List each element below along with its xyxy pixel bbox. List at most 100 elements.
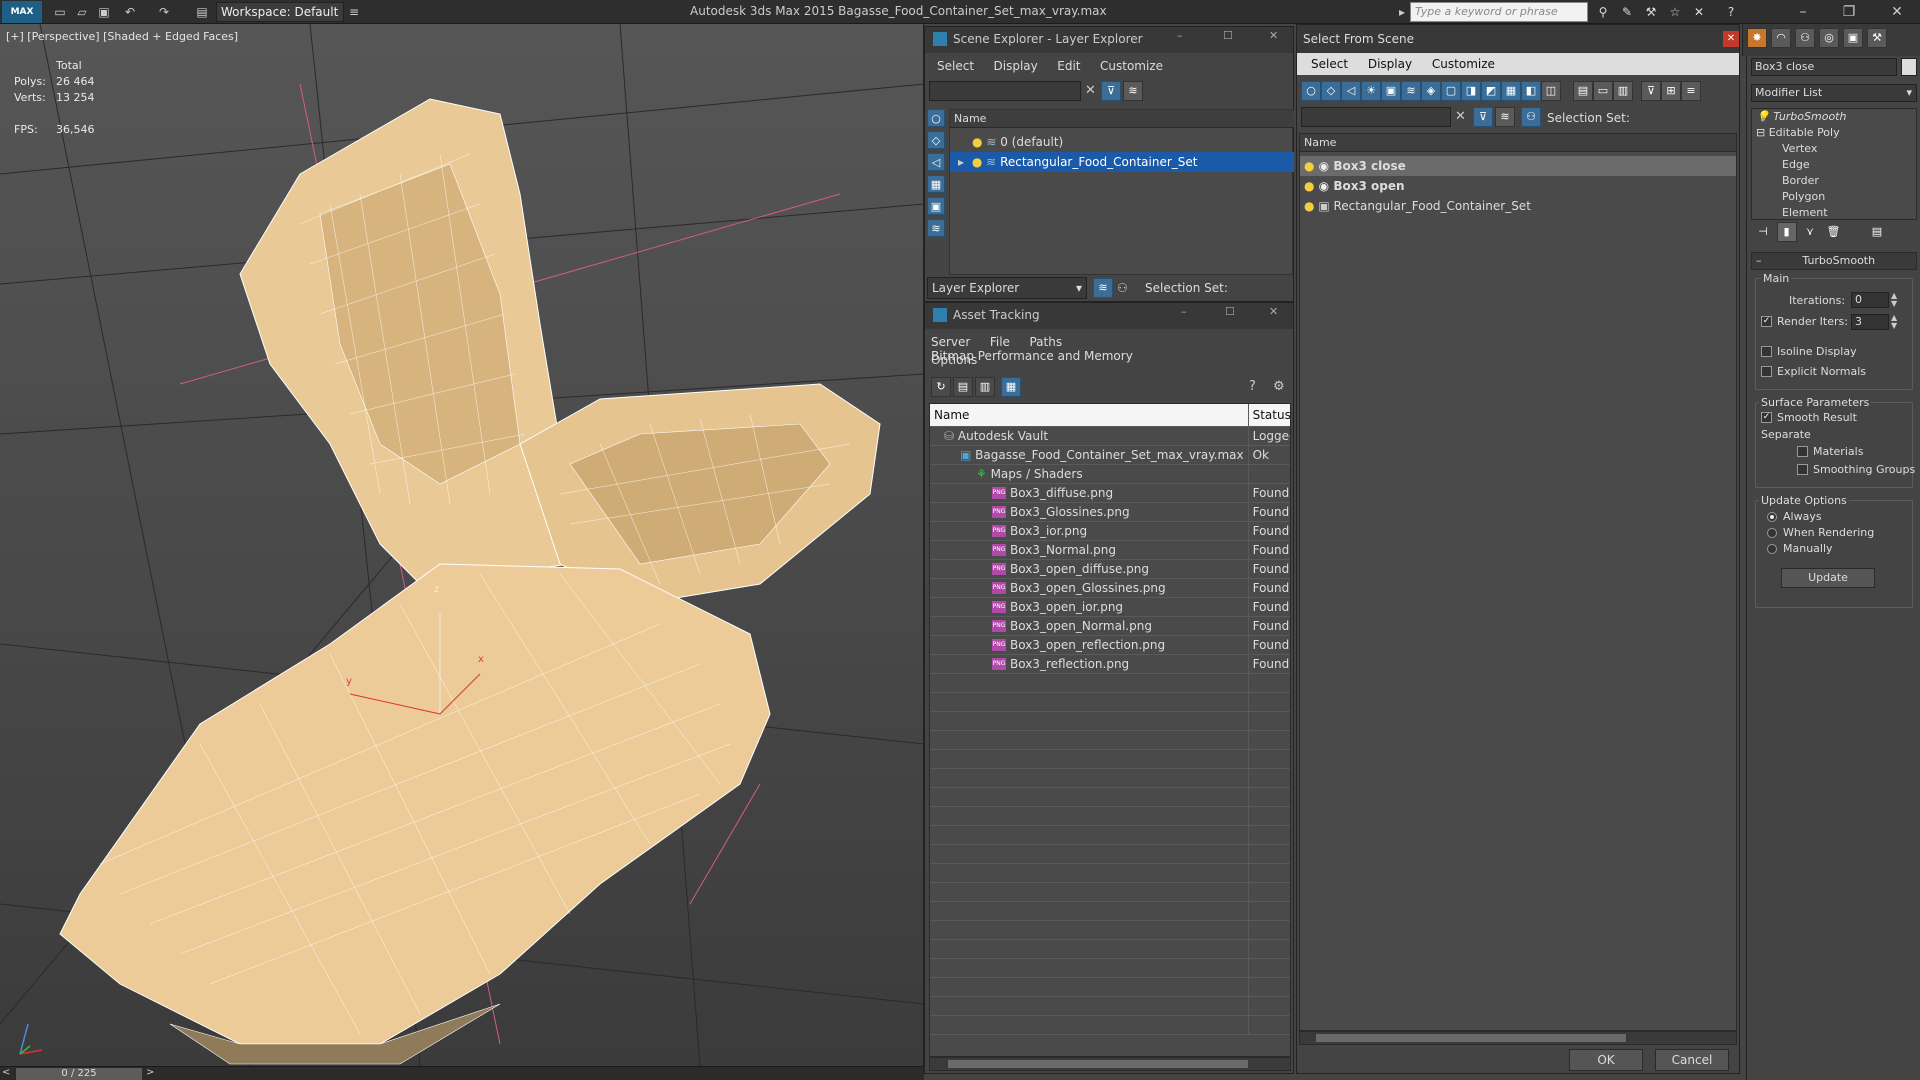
- asset-row[interactable]: PNG Box3_open_ior.png Found: [930, 597, 1290, 617]
- close-icon[interactable]: ✕: [1269, 305, 1278, 318]
- stack-item-border[interactable]: Border: [1752, 173, 1916, 189]
- filter-containers-icon[interactable]: ▦: [1501, 81, 1521, 101]
- pin-stack-icon[interactable]: ⊣: [1753, 222, 1773, 242]
- ok-button[interactable]: OK: [1569, 1049, 1643, 1071]
- explicit-normals-checkbox[interactable]: [1761, 366, 1772, 377]
- perspective-viewport[interactable]: [+] [Perspective] [Shaded + Edged Faces]…: [0, 24, 924, 1066]
- time-slider-bar[interactable]: < 0 / 225 >: [0, 1066, 924, 1080]
- filter-hidden-icon[interactable]: ◫: [1541, 81, 1561, 101]
- restore-button[interactable]: ❐: [1834, 2, 1864, 22]
- object-list-header[interactable]: Name: [1300, 134, 1736, 152]
- turbosmooth-rollout-header[interactable]: – TurboSmooth: [1751, 252, 1917, 270]
- table-view-icon[interactable]: ▦: [1001, 377, 1021, 397]
- scroll-thumb[interactable]: [1316, 1034, 1626, 1042]
- time-prev-button[interactable]: <: [2, 1067, 10, 1078]
- object-horizontal-scrollbar[interactable]: [1299, 1031, 1737, 1045]
- project-folder-icon[interactable]: ▤: [194, 4, 210, 20]
- spinner-arrows-icon[interactable]: ▲ ▼: [1891, 314, 1897, 330]
- asset-row[interactable]: PNG Box3_Normal.png Found: [930, 540, 1290, 560]
- col-status-header[interactable]: Status: [1247, 404, 1290, 427]
- spinner-arrows-icon[interactable]: ▲ ▼: [1891, 292, 1897, 308]
- asset-row[interactable]: PNG Box3_open_Glossines.png Found: [930, 578, 1290, 598]
- filter-cameras-icon[interactable]: ▣: [1381, 81, 1401, 101]
- render-iters-checkbox[interactable]: ✓: [1761, 316, 1772, 327]
- filter-spacewarps-icon[interactable]: ◈: [1421, 81, 1441, 101]
- lightbulb-icon[interactable]: 💡: [1756, 110, 1770, 123]
- lightbulb-icon[interactable]: ●: [972, 135, 982, 149]
- search-input[interactable]: Type a keyword or phrase: [1410, 2, 1588, 22]
- select-from-scene-titlebar[interactable]: Select From Scene: [1297, 25, 1739, 53]
- smooth-result-checkbox[interactable]: ✓: [1761, 412, 1772, 423]
- display-objects-icon[interactable]: ○: [927, 109, 945, 127]
- time-slider-handle[interactable]: 0 / 225: [16, 1068, 142, 1080]
- layer-row-food-container-set[interactable]: ▸ ● ≋ Rectangular_Food_Container_Set: [950, 152, 1294, 172]
- display-lights-icon[interactable]: ▦: [927, 175, 945, 193]
- object-row-box3-close[interactable]: ● ◉ Box3 close: [1300, 156, 1736, 176]
- update-button[interactable]: Update: [1781, 568, 1875, 588]
- layer-toggle-icon[interactable]: ≋: [1495, 107, 1515, 127]
- when-rendering-radio[interactable]: [1767, 528, 1777, 538]
- settings-icon[interactable]: ⚙: [1273, 379, 1285, 394]
- time-next-button[interactable]: >: [146, 1067, 154, 1078]
- configure-modifier-sets-icon[interactable]: ▤: [1867, 222, 1887, 242]
- scene-explorer-titlebar[interactable]: Scene Explorer - Layer Explorer: [925, 27, 1293, 53]
- explorer-type-dropdown[interactable]: Layer Explorer ▾: [927, 277, 1087, 299]
- app-logo-icon[interactable]: MAX: [2, 1, 42, 23]
- minimize-button[interactable]: –: [1788, 2, 1818, 22]
- minimize-icon[interactable]: –: [1181, 305, 1187, 318]
- lightbulb-icon[interactable]: ●: [1304, 179, 1314, 193]
- clear-search-icon[interactable]: ✕: [1085, 83, 1096, 98]
- modify-tab-icon[interactable]: ◠: [1771, 28, 1791, 48]
- lightbulb-icon[interactable]: ●: [1304, 199, 1314, 213]
- scene-explorer-search-input[interactable]: [929, 81, 1081, 101]
- hierarchy-filter-icon[interactable]: ⊞: [1661, 81, 1681, 101]
- remove-modifier-icon[interactable]: 🗑: [1823, 222, 1844, 242]
- layer-options-icon[interactable]: ≋: [1123, 81, 1143, 101]
- filter-shapes-icon[interactable]: ◁: [1341, 81, 1361, 101]
- display-tab-icon[interactable]: ▣: [1843, 28, 1863, 48]
- open-file-icon[interactable]: ▱: [74, 4, 90, 20]
- layer-row-default[interactable]: ● ≋ 0 (default): [950, 132, 1294, 152]
- asset-row[interactable]: PNG Box3_open_Normal.png Found: [930, 616, 1290, 636]
- filter-geometry-icon[interactable]: ◇: [1321, 81, 1341, 101]
- binoculars-icon[interactable]: ⚲: [1594, 4, 1612, 20]
- maximize-icon[interactable]: ☐: [1223, 29, 1233, 42]
- utilities-tab-icon[interactable]: ⚒: [1867, 28, 1887, 48]
- select-search-input[interactable]: [1301, 107, 1451, 127]
- stack-item-turbosmooth[interactable]: 💡 TurboSmooth: [1752, 109, 1916, 125]
- workspace-dropdown[interactable]: Workspace: Default▾: [216, 2, 344, 37]
- hierarchy-toggle-icon[interactable]: ⚇: [1521, 107, 1541, 127]
- menu-select[interactable]: Select: [1311, 57, 1348, 71]
- filter-frozen-icon[interactable]: ◧: [1521, 81, 1541, 101]
- stack-item-element[interactable]: Element: [1752, 205, 1916, 221]
- collapse-icon[interactable]: ⊟: [1756, 126, 1765, 139]
- asset-horizontal-scrollbar[interactable]: [929, 1057, 1291, 1071]
- list-view-icon[interactable]: ▤: [953, 377, 973, 397]
- stack-item-edge[interactable]: Edge: [1752, 157, 1916, 173]
- hierarchy-tab-icon[interactable]: ⚇: [1795, 28, 1815, 48]
- refresh-icon[interactable]: ↻: [931, 377, 951, 397]
- iterations-spinner[interactable]: 0: [1851, 292, 1889, 308]
- redo-icon[interactable]: ↷: [156, 4, 172, 20]
- communication-icon[interactable]: ✕: [1690, 4, 1708, 20]
- stack-item-polygon[interactable]: Polygon: [1752, 189, 1916, 205]
- hierarchy-icon[interactable]: ⚇: [1117, 281, 1128, 295]
- select-invert-icon[interactable]: ▥: [1613, 81, 1633, 101]
- asset-row[interactable]: PNG Box3_open_diffuse.png Found: [930, 559, 1290, 579]
- isoline-display-checkbox[interactable]: [1761, 346, 1772, 357]
- favorites-star-icon[interactable]: ☆: [1666, 4, 1684, 20]
- menu-display[interactable]: Display: [994, 59, 1038, 73]
- modifier-list-dropdown[interactable]: Modifier List ▾: [1751, 84, 1917, 102]
- filter-lights-icon[interactable]: ☀: [1361, 81, 1381, 101]
- render-iters-spinner[interactable]: 3: [1851, 314, 1889, 330]
- make-unique-icon[interactable]: ⋎: [1800, 222, 1820, 242]
- layer-tree-header[interactable]: Name: [950, 110, 1294, 128]
- menu-customize[interactable]: Customize: [1100, 59, 1163, 73]
- lightbulb-icon[interactable]: ●: [1304, 159, 1314, 173]
- maximize-icon[interactable]: ☐: [1225, 305, 1235, 318]
- menu-options[interactable]: Options: [931, 353, 977, 367]
- scroll-thumb[interactable]: [948, 1060, 1248, 1068]
- menu-paths[interactable]: Paths: [1029, 335, 1062, 349]
- close-icon[interactable]: ✕: [1723, 31, 1739, 47]
- filter-xrefs-icon[interactable]: ◨: [1461, 81, 1481, 101]
